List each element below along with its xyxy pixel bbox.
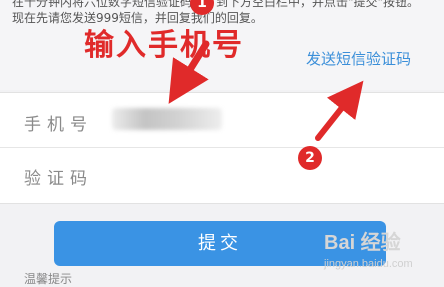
divider <box>0 147 444 148</box>
bottom-hint: 温馨提示 <box>24 272 73 286</box>
annotation-title: 输入手机号 <box>84 28 244 63</box>
watermark-logo: Bai 经验 <box>324 232 401 254</box>
watermark-url: jingyan.baidu.com <box>324 258 413 270</box>
notice-line-1: 在十分钟内将六位数字短信验证码填写到下方空白栏中，并点击"提交"按钮。 <box>12 0 420 9</box>
watermark: Bai 经验 jingyan.baidu.com <box>324 226 440 276</box>
verification-form: 手机号 验证码 <box>0 92 444 204</box>
phone-label: 手机号 <box>24 115 93 135</box>
step-badge-2: 2 <box>298 146 322 170</box>
phone-input[interactable] <box>112 108 222 130</box>
send-code-link[interactable]: 发送短信验证码 <box>306 48 411 69</box>
code-label: 验证码 <box>24 169 93 189</box>
